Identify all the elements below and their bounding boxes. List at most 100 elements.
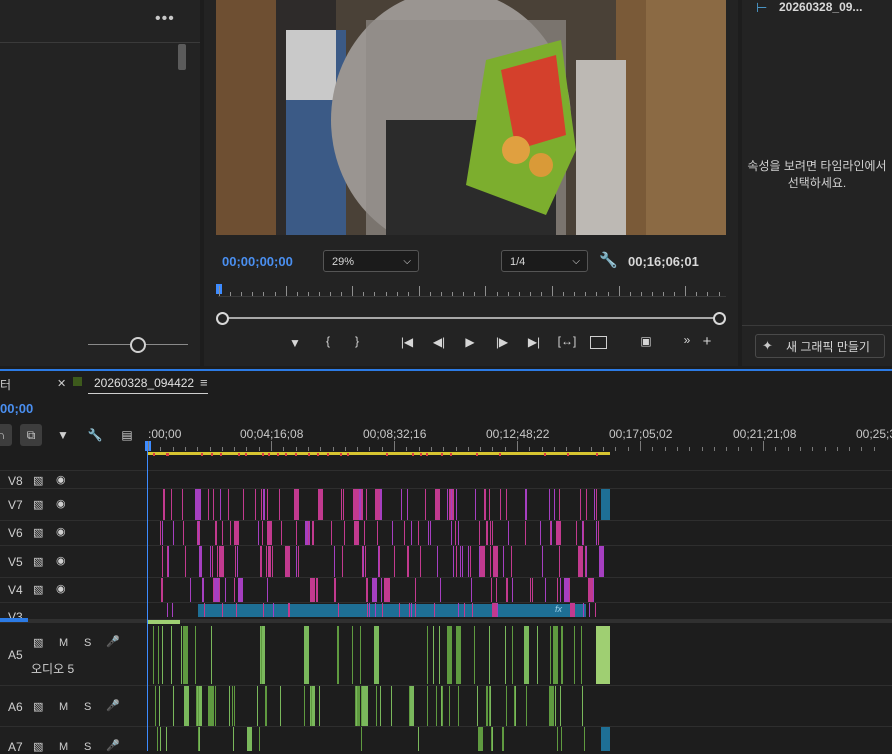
button-editor-plus-icon[interactable]: + [697, 333, 717, 350]
playback-resolution-dropdown[interactable]: 1/4 ⌵ [501, 250, 588, 272]
sync-lock-icon[interactable]: ▧ [33, 740, 43, 753]
video-clip[interactable] [458, 603, 459, 617]
track-label-v7[interactable]: V7 [8, 498, 23, 512]
audio-clip[interactable] [229, 686, 230, 726]
more-controls-icon[interactable]: » [677, 333, 697, 347]
audio-clip[interactable] [361, 686, 362, 726]
audio-clip[interactable] [553, 626, 558, 684]
add-marker-icon[interactable]: ▼ [52, 424, 74, 446]
audio-clip[interactable] [173, 686, 174, 726]
audio-clip[interactable] [280, 686, 281, 726]
video-clip[interactable] [415, 603, 416, 617]
work-area-marker[interactable] [285, 453, 287, 456]
video-clip[interactable] [425, 489, 426, 520]
work-area-marker[interactable] [268, 453, 270, 456]
video-clip[interactable] [583, 603, 584, 617]
video-clip[interactable] [272, 546, 273, 577]
video-clip[interactable] [576, 521, 577, 545]
safe-margins-icon[interactable] [590, 336, 607, 349]
video-clip[interactable] [172, 603, 173, 617]
zoom-level-dropdown[interactable]: 29% ⌵ [323, 250, 419, 272]
video-clip[interactable] [190, 578, 191, 602]
video-clip[interactable] [409, 603, 410, 617]
audio-clip[interactable] [391, 686, 392, 726]
video-clip[interactable] [199, 521, 200, 545]
video-clip[interactable] [267, 489, 268, 520]
video-clip[interactable] [262, 521, 263, 545]
video-clip[interactable] [381, 578, 382, 602]
work-area-marker[interactable] [340, 453, 342, 456]
video-clip[interactable] [203, 578, 204, 602]
timeline-timecode[interactable]: 00;00 [0, 401, 33, 416]
video-clip[interactable] [369, 603, 370, 617]
audio-clip[interactable] [561, 727, 562, 751]
audio-clip[interactable] [213, 686, 214, 726]
microphone-icon[interactable]: 🎤 [106, 739, 120, 752]
work-area-marker[interactable] [450, 453, 452, 456]
audio-clip[interactable] [376, 686, 377, 726]
work-area-marker[interactable] [308, 453, 310, 456]
eye-icon[interactable]: ◉ [56, 554, 66, 567]
video-clip[interactable] [492, 521, 493, 545]
timeline-playhead-line[interactable] [147, 446, 148, 751]
video-clip[interactable] [460, 546, 461, 577]
video-clip[interactable] [214, 578, 219, 602]
video-clip[interactable] [310, 578, 315, 602]
audio-clip[interactable] [524, 626, 529, 684]
video-clip[interactable] [171, 489, 172, 520]
mark-in-icon[interactable]: { [318, 334, 338, 348]
audio-clip[interactable] [581, 626, 582, 684]
export-frame-icon[interactable]: ▣ [636, 334, 656, 348]
audio-clip[interactable] [490, 686, 491, 726]
video-clip[interactable] [298, 546, 299, 577]
audio-clip[interactable] [409, 686, 410, 726]
audio-clip[interactable] [557, 727, 558, 751]
audio-clip[interactable] [311, 686, 312, 726]
video-clip[interactable] [464, 603, 465, 617]
work-area-marker[interactable] [153, 453, 155, 456]
scrollbar-thumb[interactable] [178, 44, 186, 70]
video-clip[interactable] [596, 521, 597, 545]
video-clip[interactable] [294, 489, 299, 520]
video-clip[interactable] [447, 489, 448, 520]
video-clip-v7-end[interactable] [601, 489, 610, 520]
audio-clip[interactable] [526, 686, 527, 726]
video-clip[interactable] [458, 521, 459, 545]
video-clip[interactable] [392, 521, 393, 545]
audio-clip[interactable] [555, 686, 556, 726]
video-clip[interactable] [220, 489, 221, 520]
track-label-a6[interactable]: A6 [8, 700, 23, 714]
video-clip[interactable] [335, 578, 336, 602]
mute-button[interactable]: M [59, 701, 68, 713]
video-clip[interactable] [308, 521, 309, 545]
video-clip[interactable] [475, 489, 476, 520]
video-clip[interactable] [485, 489, 486, 520]
video-clip[interactable] [213, 489, 214, 520]
audio-clip[interactable] [506, 686, 507, 726]
video-clip[interactable] [201, 546, 202, 577]
add-marker-icon[interactable]: ▼ [285, 336, 305, 350]
video-clip[interactable] [565, 578, 566, 602]
eye-icon[interactable]: ◉ [56, 582, 66, 595]
video-clip[interactable] [598, 521, 599, 545]
video-clip[interactable] [261, 546, 262, 577]
audio-clip[interactable] [512, 626, 513, 684]
audio-clip[interactable] [211, 626, 212, 684]
video-clip[interactable] [379, 546, 380, 577]
close-icon[interactable]: ✕ [57, 377, 66, 390]
video-clip[interactable] [489, 489, 490, 520]
mark-out-icon[interactable]: } [347, 334, 367, 348]
video-clip[interactable] [599, 546, 604, 577]
video-clip[interactable] [420, 546, 421, 577]
video-clip[interactable] [453, 546, 454, 577]
audio-clip[interactable] [380, 686, 381, 726]
step-back-icon[interactable]: ◀| [429, 335, 449, 349]
video-clip[interactable] [238, 578, 243, 602]
video-clip[interactable] [382, 603, 383, 617]
video-clip[interactable] [338, 603, 339, 617]
audio-clip[interactable] [474, 626, 475, 684]
audio-clip[interactable] [477, 686, 478, 726]
video-clip[interactable] [434, 603, 435, 617]
video-clip[interactable] [379, 489, 380, 520]
audio-clip[interactable] [550, 626, 551, 684]
